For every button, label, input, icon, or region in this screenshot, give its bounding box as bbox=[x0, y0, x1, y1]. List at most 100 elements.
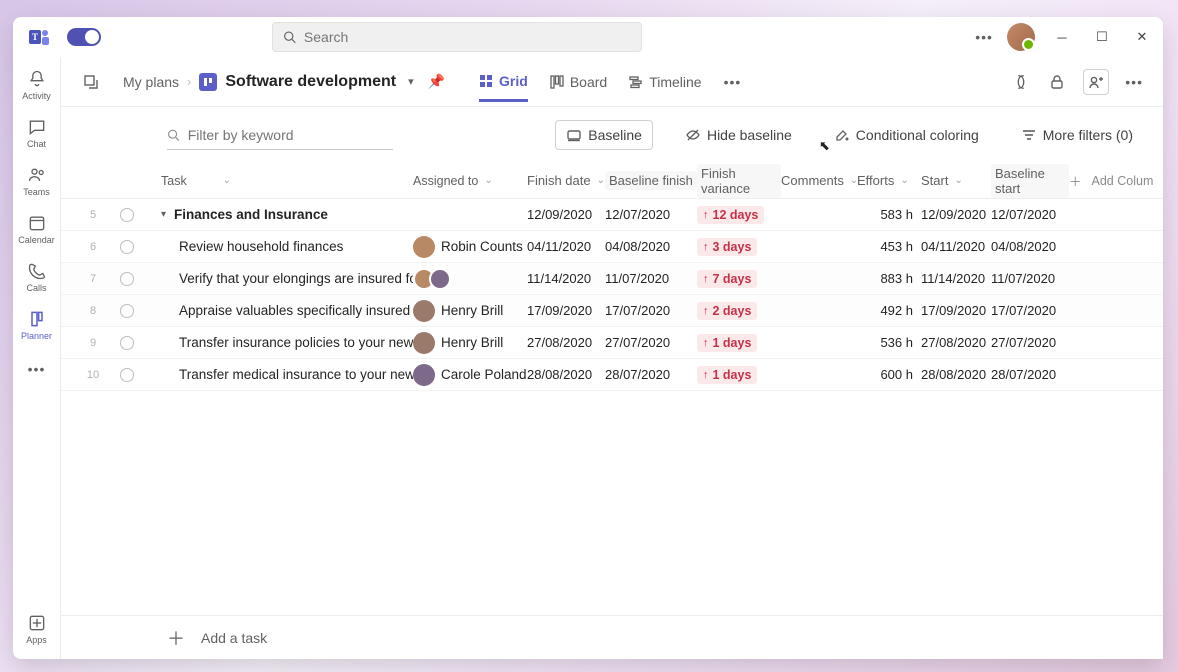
finish-date-cell[interactable]: 27/08/2020 bbox=[527, 335, 605, 350]
user-avatar[interactable] bbox=[1007, 23, 1035, 51]
chevron-down-icon[interactable]: ⌄ bbox=[954, 175, 962, 186]
maximize-button[interactable]: ☐ bbox=[1089, 29, 1115, 45]
task-name-cell[interactable]: ▾Finances and Insurance bbox=[147, 207, 413, 222]
view-timeline[interactable]: Timeline bbox=[629, 64, 701, 100]
close-button[interactable]: ✕ bbox=[1129, 29, 1155, 45]
copilot-icon[interactable] bbox=[1011, 72, 1031, 92]
assignee-cell[interactable]: Carole Poland bbox=[413, 364, 527, 386]
column-start[interactable]: Start bbox=[921, 173, 948, 188]
start-cell[interactable]: 17/09/2020 bbox=[921, 303, 991, 318]
add-task-label[interactable]: Add a task bbox=[201, 630, 267, 646]
task-name-cell[interactable]: Review household finances bbox=[147, 239, 413, 254]
efforts-cell[interactable]: 600 h bbox=[857, 367, 921, 382]
column-task[interactable]: Task bbox=[161, 174, 187, 188]
finish-date-cell[interactable]: 28/08/2020 bbox=[527, 367, 605, 382]
filter-field[interactable] bbox=[188, 127, 393, 143]
rail-calls[interactable]: Calls bbox=[13, 261, 61, 293]
finish-date-cell[interactable]: 12/09/2020 bbox=[527, 207, 605, 222]
chevron-down-icon[interactable]: ⌄ bbox=[900, 175, 908, 186]
column-finish-variance[interactable]: Finish variance bbox=[697, 164, 781, 198]
column-baseline-start[interactable]: Baseline start bbox=[991, 164, 1069, 198]
chevron-down-icon[interactable]: ▾ bbox=[408, 75, 414, 88]
lock-icon[interactable] bbox=[1047, 72, 1067, 92]
hide-baseline-button[interactable]: Hide baseline bbox=[675, 121, 802, 149]
complete-toggle[interactable] bbox=[120, 240, 134, 254]
rail-more[interactable]: ••• bbox=[13, 361, 61, 377]
table-row[interactable]: 6Review household financesRobin Counts04… bbox=[61, 231, 1163, 263]
view-label: Board bbox=[570, 74, 607, 90]
breadcrumb-root[interactable]: My plans bbox=[123, 74, 179, 90]
views-more-icon[interactable]: ••• bbox=[724, 74, 742, 90]
filter-input[interactable] bbox=[167, 120, 393, 150]
rail-activity[interactable]: Activity bbox=[13, 69, 61, 101]
start-cell[interactable]: 28/08/2020 bbox=[921, 367, 991, 382]
chevron-down-icon[interactable]: ⌄ bbox=[597, 175, 605, 186]
rail-apps[interactable]: Apps bbox=[13, 613, 61, 645]
column-finish-date[interactable]: Finish date bbox=[527, 173, 591, 188]
task-name-cell[interactable]: Transfer insurance policies to your new.… bbox=[147, 335, 413, 350]
complete-toggle[interactable] bbox=[120, 336, 134, 350]
finish-date-cell[interactable]: 04/11/2020 bbox=[527, 239, 605, 254]
add-column[interactable]: Add Colum bbox=[1092, 174, 1154, 188]
view-board[interactable]: Board bbox=[550, 64, 607, 100]
start-cell[interactable]: 12/09/2020 bbox=[921, 207, 991, 222]
table-row[interactable]: 5▾Finances and Insurance12/09/202012/07/… bbox=[61, 199, 1163, 231]
assignee-cell[interactable]: Robin Counts bbox=[413, 236, 527, 258]
rail-teams[interactable]: Teams bbox=[13, 165, 61, 197]
column-comments[interactable]: Comments bbox=[781, 173, 844, 188]
minimize-button[interactable]: ─ bbox=[1049, 30, 1075, 45]
main-region: My plans › Software development ▾ 📌 Grid… bbox=[61, 57, 1163, 659]
task-name-cell[interactable]: Transfer medical insurance to your new..… bbox=[147, 367, 413, 382]
column-efforts[interactable]: Efforts bbox=[857, 173, 894, 188]
efforts-cell[interactable]: 453 h bbox=[857, 239, 921, 254]
table-row[interactable]: 10Transfer medical insurance to your new… bbox=[61, 359, 1163, 391]
assignee-cell[interactable] bbox=[413, 268, 527, 290]
chevron-down-icon[interactable]: ▾ bbox=[161, 209, 166, 220]
complete-toggle[interactable] bbox=[120, 208, 134, 222]
rail-chat[interactable]: Chat bbox=[13, 117, 61, 149]
chevron-down-icon[interactable]: ⌄ bbox=[223, 175, 231, 186]
start-cell[interactable]: 27/08/2020 bbox=[921, 335, 991, 350]
rail-calendar[interactable]: Calendar bbox=[13, 213, 61, 245]
left-rail: Activity Chat Teams Calendar Calls Plann… bbox=[13, 57, 61, 659]
search-icon bbox=[283, 30, 296, 44]
variance-cell: ↑1 days bbox=[697, 334, 781, 352]
conditional-coloring-button[interactable]: Conditional coloring bbox=[824, 121, 989, 149]
more-filters-button[interactable]: More filters (0) bbox=[1011, 121, 1143, 149]
finish-date-cell[interactable]: 17/09/2020 bbox=[527, 303, 605, 318]
global-search-input[interactable] bbox=[304, 29, 631, 45]
header-more-icon[interactable]: ••• bbox=[1125, 74, 1143, 90]
table-row[interactable]: 8Appraise valuables specifically insured… bbox=[61, 295, 1163, 327]
global-search[interactable] bbox=[272, 22, 642, 52]
more-icon[interactable]: ••• bbox=[975, 29, 993, 45]
start-cell[interactable]: 04/11/2020 bbox=[921, 239, 991, 254]
complete-toggle[interactable] bbox=[120, 272, 134, 286]
baseline-button[interactable]: Baseline bbox=[555, 120, 653, 150]
toggle-switch[interactable] bbox=[67, 28, 101, 46]
task-name-cell[interactable]: Verify that your elongings are insured f… bbox=[147, 271, 413, 286]
column-baseline-finish[interactable]: Baseline finish bbox=[605, 171, 697, 190]
efforts-cell[interactable]: 536 h bbox=[857, 335, 921, 350]
task-name-cell[interactable]: Appraise valuables specifically insured … bbox=[147, 303, 413, 318]
start-cell[interactable]: 11/14/2020 bbox=[921, 271, 991, 286]
plus-icon[interactable]: ＋ bbox=[1069, 171, 1082, 190]
avatar bbox=[413, 364, 435, 386]
chevron-down-icon[interactable]: ⌄ bbox=[484, 175, 492, 186]
rail-planner[interactable]: Planner bbox=[13, 309, 61, 341]
pin-icon[interactable]: 📌 bbox=[428, 73, 445, 90]
assignee-cell[interactable]: Henry Brill bbox=[413, 300, 527, 322]
table-row[interactable]: 7Verify that your elongings are insured … bbox=[61, 263, 1163, 295]
column-assigned[interactable]: Assigned to bbox=[413, 174, 478, 188]
efforts-cell[interactable]: 492 h bbox=[857, 303, 921, 318]
complete-toggle[interactable] bbox=[120, 368, 134, 382]
plus-icon[interactable]: ＋ bbox=[167, 625, 185, 651]
share-button[interactable] bbox=[1083, 69, 1109, 95]
popout-icon[interactable] bbox=[81, 72, 101, 92]
efforts-cell[interactable]: 583 h bbox=[857, 207, 921, 222]
efforts-cell[interactable]: 883 h bbox=[857, 271, 921, 286]
view-grid[interactable]: Grid bbox=[479, 63, 528, 102]
complete-toggle[interactable] bbox=[120, 304, 134, 318]
assignee-cell[interactable]: Henry Brill bbox=[413, 332, 527, 354]
table-row[interactable]: 9Transfer insurance policies to your new… bbox=[61, 327, 1163, 359]
finish-date-cell[interactable]: 11/14/2020 bbox=[527, 271, 605, 286]
